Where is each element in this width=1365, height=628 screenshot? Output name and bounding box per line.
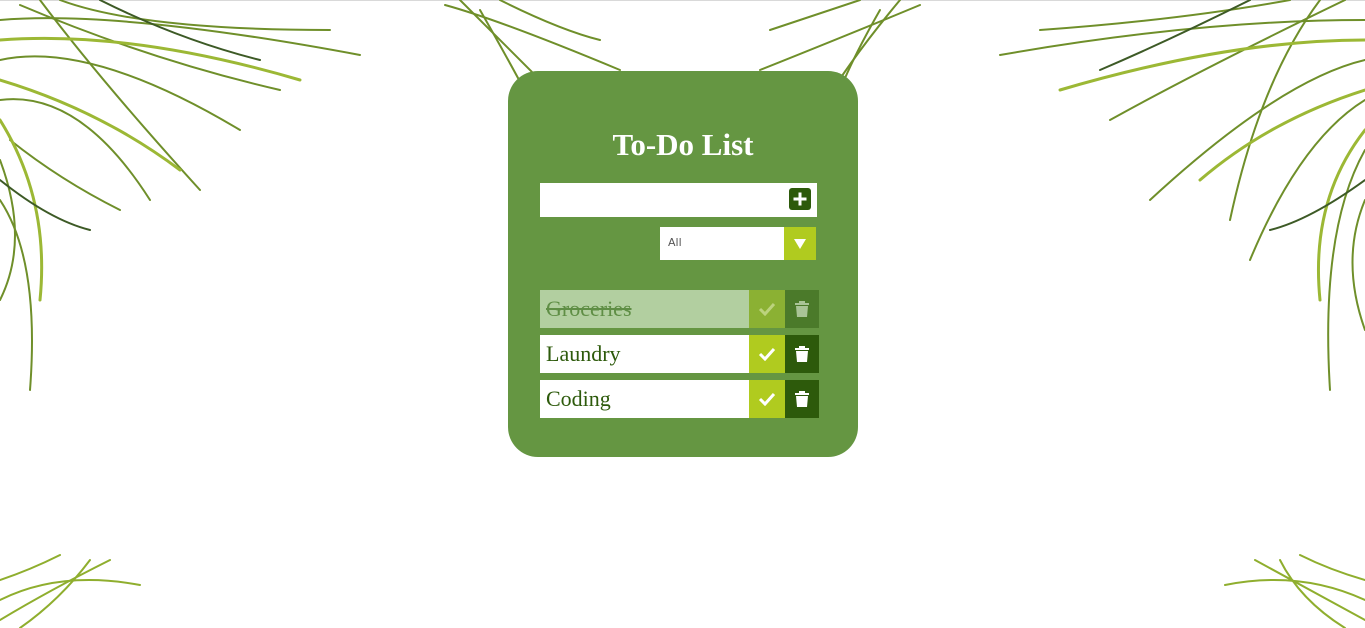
check-icon (758, 302, 776, 316)
todo-item-label: Groceries (540, 290, 749, 328)
todo-item-label: Coding (540, 380, 749, 418)
add-todo-button[interactable] (789, 188, 811, 210)
complete-button[interactable] (749, 380, 785, 418)
todo-card: To-Do List All Groceries Laundry Coding (508, 71, 858, 457)
trash-icon (795, 301, 809, 317)
filter-dropdown-button[interactable] (784, 227, 816, 260)
trash-icon (795, 346, 809, 362)
page-title: To-Do List (612, 127, 754, 162)
complete-button[interactable] (749, 335, 785, 373)
complete-button[interactable] (749, 290, 785, 328)
check-icon (758, 392, 776, 406)
caret-down-icon (794, 238, 806, 249)
todo-item: Laundry (540, 335, 819, 373)
plus-square-icon (793, 192, 807, 206)
filter-selected-value: All (668, 236, 682, 249)
todo-input[interactable] (540, 183, 817, 217)
check-icon (758, 347, 776, 361)
todo-item: Groceries (540, 290, 819, 328)
trash-icon (795, 391, 809, 407)
todo-list: Groceries Laundry Coding (540, 290, 819, 425)
delete-button[interactable] (785, 335, 819, 373)
todo-item-label: Laundry (540, 335, 749, 373)
todo-item: Coding (540, 380, 819, 418)
filter-select[interactable]: All (660, 227, 816, 260)
top-border (0, 0, 1365, 3)
delete-button[interactable] (785, 380, 819, 418)
delete-button[interactable] (785, 290, 819, 328)
